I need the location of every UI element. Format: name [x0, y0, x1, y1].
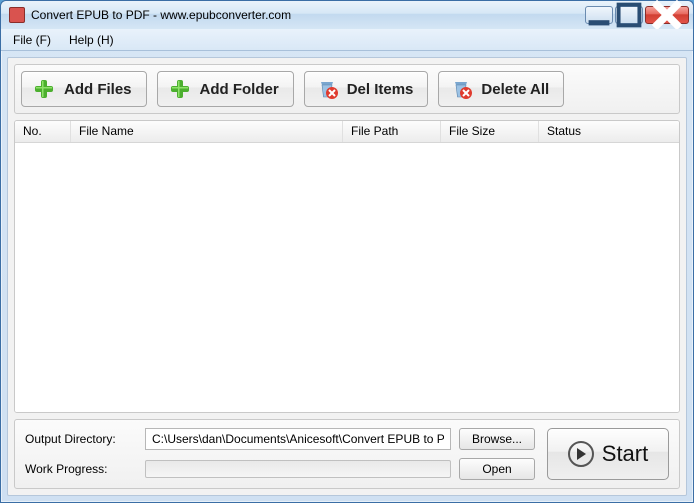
- plus-icon: [32, 77, 56, 101]
- col-file-size[interactable]: File Size: [441, 121, 539, 142]
- output-label: Output Directory:: [25, 432, 137, 446]
- plus-icon: [168, 77, 192, 101]
- maximize-button[interactable]: [615, 6, 643, 24]
- progress-label: Work Progress:: [25, 462, 137, 476]
- window-title: Convert EPUB to PDF - www.epubconverter.…: [31, 8, 585, 22]
- delete-all-button[interactable]: Delete All: [438, 71, 564, 107]
- progress-row: Work Progress: Open: [25, 458, 535, 480]
- del-items-label: Del Items: [347, 81, 414, 98]
- add-files-button[interactable]: Add Files: [21, 71, 147, 107]
- bottom-left: Output Directory: Browse... Work Progres…: [25, 428, 535, 480]
- browse-button[interactable]: Browse...: [459, 428, 535, 450]
- trash-delete-icon: [449, 77, 473, 101]
- col-status[interactable]: Status: [539, 121, 679, 142]
- output-path-input[interactable]: [145, 428, 451, 450]
- maximize-icon: [616, 2, 642, 28]
- add-folder-button[interactable]: Add Folder: [157, 71, 294, 107]
- list-body[interactable]: [15, 143, 679, 412]
- menubar: File (F) Help (H): [1, 29, 693, 51]
- trash-delete-icon: [315, 77, 339, 101]
- menu-help[interactable]: Help (H): [61, 31, 122, 49]
- list-header: No. File Name File Path File Size Status: [15, 121, 679, 143]
- start-button[interactable]: Start: [547, 428, 669, 480]
- del-items-button[interactable]: Del Items: [304, 71, 429, 107]
- minimize-icon: [586, 2, 612, 28]
- app-icon: [9, 7, 25, 23]
- toolbar: Add Files Add Folder Del Items Delete Al…: [14, 64, 680, 114]
- output-row: Output Directory: Browse...: [25, 428, 535, 450]
- add-files-label: Add Files: [64, 81, 132, 98]
- col-file-name[interactable]: File Name: [71, 121, 343, 142]
- col-no[interactable]: No.: [15, 121, 71, 142]
- menu-file[interactable]: File (F): [5, 31, 59, 49]
- minimize-button[interactable]: [585, 6, 613, 24]
- open-button[interactable]: Open: [459, 458, 535, 480]
- progress-bar: [145, 460, 451, 478]
- start-label: Start: [602, 441, 648, 467]
- titlebar[interactable]: Convert EPUB to PDF - www.epubconverter.…: [1, 1, 693, 29]
- play-icon: [568, 441, 594, 467]
- app-window: Convert EPUB to PDF - www.epubconverter.…: [0, 0, 694, 503]
- file-list: No. File Name File Path File Size Status: [14, 120, 680, 413]
- col-file-path[interactable]: File Path: [343, 121, 441, 142]
- client-area: Add Files Add Folder Del Items Delete Al…: [7, 57, 687, 496]
- window-controls: [585, 6, 689, 24]
- close-button[interactable]: [645, 6, 689, 24]
- delete-all-label: Delete All: [481, 81, 549, 98]
- add-folder-label: Add Folder: [200, 81, 279, 98]
- bottom-panel: Output Directory: Browse... Work Progres…: [14, 419, 680, 489]
